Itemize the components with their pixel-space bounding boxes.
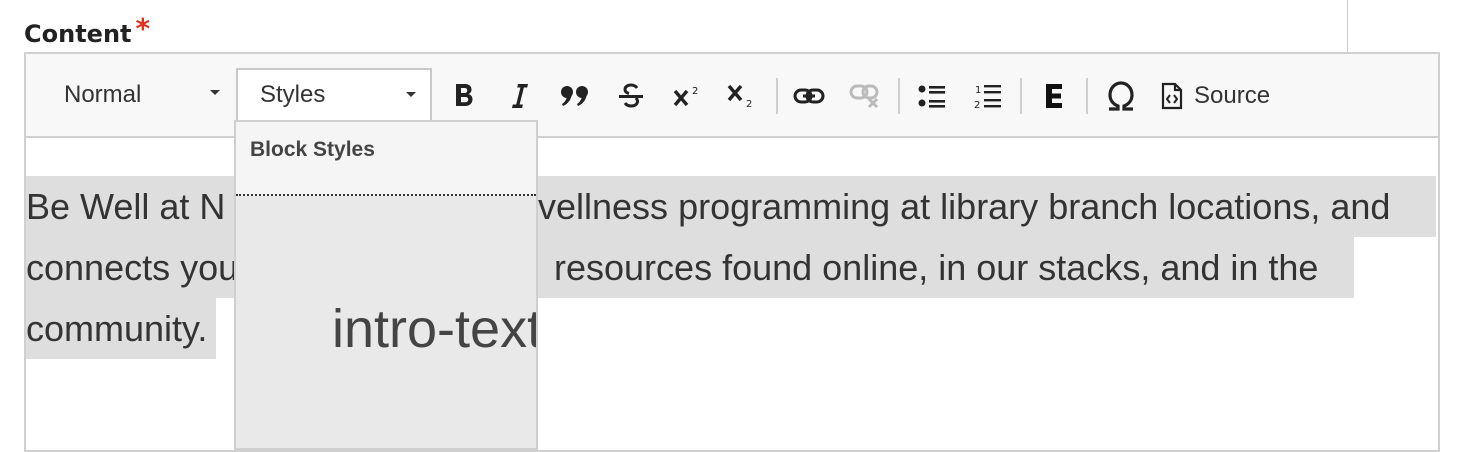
subscript-button[interactable]: 2 <box>726 76 758 116</box>
styles-list: intro-text <box>236 196 536 450</box>
blockquote-icon <box>561 86 588 106</box>
unlink-button[interactable] <box>848 76 882 116</box>
source-button[interactable]: Source <box>1160 76 1280 116</box>
embed-icon <box>1046 84 1062 108</box>
chevron-down-icon <box>406 92 416 97</box>
toolbar-separator <box>1086 78 1088 114</box>
bold-button[interactable] <box>450 76 478 116</box>
content-line: connects you resources found online, in o… <box>26 237 1354 298</box>
special-character-button[interactable] <box>1104 76 1138 116</box>
styles-dropdown-value: Styles <box>260 81 326 108</box>
source-icon <box>1161 82 1183 110</box>
embed-button[interactable] <box>1040 76 1068 116</box>
svg-text:2: 2 <box>974 100 980 110</box>
source-button-label: Source <box>1194 82 1271 109</box>
bold-icon <box>456 84 473 106</box>
required-marker: * <box>135 12 151 45</box>
svg-text:1: 1 <box>975 85 981 96</box>
divider <box>1347 0 1348 52</box>
subscript-icon: 2 <box>727 84 752 110</box>
format-dropdown[interactable]: Normal <box>50 68 234 122</box>
content-line: community. <box>26 298 216 359</box>
field-label: Content * <box>24 12 150 49</box>
superscript-icon: 2 <box>673 86 698 107</box>
italic-icon <box>512 84 528 108</box>
style-option-intro-text[interactable]: intro-text <box>332 298 536 360</box>
chevron-down-icon <box>210 90 220 95</box>
format-dropdown-value: Normal <box>64 81 142 108</box>
blockquote-button[interactable] <box>558 76 592 116</box>
strikethrough-button[interactable] <box>616 76 646 116</box>
superscript-button[interactable]: 2 <box>672 76 704 116</box>
selected-text: community. <box>26 298 216 359</box>
styles-dropdown[interactable]: Styles <box>236 68 432 122</box>
numbered-list-icon: 12 <box>974 85 1001 110</box>
special-character-icon <box>1108 81 1134 111</box>
block-styles-header: Block Styles <box>236 122 536 196</box>
svg-text:2: 2 <box>692 86 698 97</box>
toolbar-separator <box>1020 78 1022 114</box>
link-button[interactable] <box>792 76 826 116</box>
toolbar-separator <box>776 78 778 114</box>
styles-dropdown-panel: Block Styles intro-text <box>234 120 538 450</box>
toolbar-separator <box>898 78 900 114</box>
bulleted-list-button[interactable] <box>916 76 948 116</box>
bulleted-list-icon <box>918 85 945 108</box>
selected-text: connects you resources found online, in o… <box>26 237 1354 298</box>
numbered-list-button[interactable]: 12 <box>972 76 1004 116</box>
unlink-icon <box>849 84 879 109</box>
field-label-text: Content <box>24 20 132 48</box>
strikethrough-icon <box>619 83 643 108</box>
link-icon <box>793 88 825 104</box>
italic-button[interactable] <box>506 76 534 116</box>
svg-text:2: 2 <box>746 99 752 110</box>
